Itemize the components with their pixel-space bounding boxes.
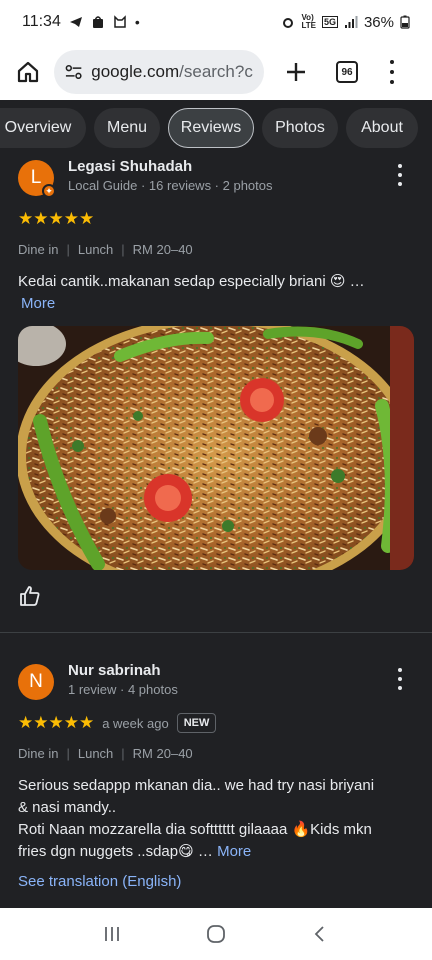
review-body: Kedai cantik..makanan sedap especially b… <box>18 273 365 290</box>
review-card: N Nur sabrinah 1 review · 4 photos ★★★★★… <box>0 660 432 890</box>
tab-switcher-button[interactable]: 96 <box>336 61 358 83</box>
review-body-line2: Roti Naan mozzarella dia softttttt gilaa… <box>18 821 372 860</box>
tag-meal: Lunch <box>77 241 114 257</box>
address-bar[interactable]: google.com/search?cli <box>54 50 264 94</box>
star-rating: ★★★★★ <box>18 209 95 228</box>
tab-overview[interactable]: Overview <box>0 108 86 148</box>
dot-icon <box>390 60 394 64</box>
place-tabs: Overview Menu Reviews Photos About <box>0 104 432 152</box>
dot-icon <box>390 70 394 74</box>
avatar-letter: N <box>29 671 43 692</box>
volte-icon: Vo) LTE <box>301 13 316 30</box>
cat-icon <box>114 15 126 28</box>
dot-icon <box>398 164 402 168</box>
battery-icon <box>400 15 410 29</box>
reviewer-name[interactable]: Legasi Shuhadah <box>68 158 192 175</box>
tag-dine-in: Dine in <box>18 745 59 761</box>
tag-price: RM 20–40 <box>132 745 193 761</box>
nav-home-icon <box>207 925 225 943</box>
review-card: L ✦ Legasi Shuhadah Local Guide · 16 rev… <box>0 156 432 315</box>
recent-apps-button[interactable] <box>97 919 127 949</box>
telegram-icon <box>69 17 82 27</box>
visit-tags: Dine in | Lunch | RM 20–40 <box>0 738 432 768</box>
site-settings-icon[interactable] <box>64 62 83 82</box>
dot-icon <box>398 668 402 672</box>
plus-icon <box>287 63 305 81</box>
tab-reviews[interactable]: Reviews <box>168 108 254 148</box>
home-icon <box>17 61 39 83</box>
thumb-up-icon <box>20 586 40 606</box>
new-tab-button[interactable] <box>282 58 310 86</box>
tag-dine-in: Dine in <box>18 241 59 257</box>
tag-price: RM 20–40 <box>132 241 193 257</box>
tab-photos[interactable]: Photos <box>262 108 338 148</box>
tag-separator: | <box>66 745 70 761</box>
5g-icon: 5G <box>321 16 338 28</box>
avatar-letter: L <box>30 167 42 188</box>
avatar[interactable]: L ✦ <box>18 160 56 198</box>
more-link[interactable]: More <box>18 295 55 312</box>
dot-icon <box>398 677 402 681</box>
status-time: 11:34 <box>22 13 61 30</box>
review-photo[interactable] <box>18 326 414 570</box>
tab-menu[interactable]: Menu <box>94 108 160 148</box>
shopping-icon <box>92 16 103 28</box>
more-link[interactable]: More <box>217 843 251 860</box>
visit-tags: Dine in | Lunch | RM 20–40 <box>0 234 432 264</box>
avatar[interactable]: N <box>18 664 54 700</box>
review-options-button[interactable] <box>396 164 404 186</box>
battery-percent: 36% <box>363 13 394 31</box>
url-domain: google.com <box>91 62 180 81</box>
rating-row: ★★★★★ a week ago NEW <box>0 708 432 738</box>
see-translation-link[interactable]: See translation (English) <box>0 873 432 890</box>
tag-separator: | <box>121 241 125 257</box>
dot-icon <box>390 80 394 84</box>
new-badge: NEW <box>176 713 217 733</box>
reviewer-name[interactable]: Nur sabrinah <box>68 662 161 679</box>
dot-icon <box>398 686 402 690</box>
biryani-photo-image <box>18 326 414 570</box>
url-text: google.com/search?cli <box>91 62 254 82</box>
like-button[interactable] <box>18 584 42 608</box>
dot-icon <box>398 173 402 177</box>
reviewer-meta: 1 review · 4 photos <box>68 682 178 697</box>
status-bar: 11:34 • Vo) LTE 5G 36% <box>0 0 432 44</box>
local-guide-badge-icon: ✦ <box>42 184 56 198</box>
home-nav-button[interactable] <box>201 919 231 949</box>
back-button[interactable] <box>305 919 335 949</box>
system-nav-bar <box>0 908 432 960</box>
signal-icon <box>344 16 358 28</box>
dot-icon <box>398 182 402 186</box>
review-options-button[interactable] <box>396 668 404 690</box>
tag-separator: | <box>121 745 125 761</box>
review-body-line1: Serious sedappp mkanan dia.. we had try … <box>18 777 375 816</box>
home-button[interactable] <box>12 56 44 88</box>
review-time: a week ago <box>102 715 169 731</box>
alarm-icon <box>283 18 294 28</box>
review-text: Serious sedappp mkanan dia.. we had try … <box>0 775 400 863</box>
recent-apps-icon <box>105 927 119 941</box>
star-rating: ★★★★★ <box>18 713 95 732</box>
url-path: /search?cli <box>179 62 254 81</box>
back-icon <box>314 926 324 942</box>
reviewer-meta: Local Guide · 16 reviews · 2 photos <box>68 178 273 193</box>
notification-dot-icon: • <box>134 14 140 30</box>
browser-toolbar: google.com/search?cli 96 <box>0 44 432 100</box>
browser-menu-button[interactable] <box>388 60 396 84</box>
tag-separator: | <box>66 241 70 257</box>
rating-row: ★★★★★ <box>0 204 432 234</box>
tag-meal: Lunch <box>77 745 114 761</box>
review-divider <box>0 632 432 633</box>
tab-about[interactable]: About <box>346 108 418 148</box>
review-text: Kedai cantik..makanan sedap especially b… <box>0 271 432 315</box>
